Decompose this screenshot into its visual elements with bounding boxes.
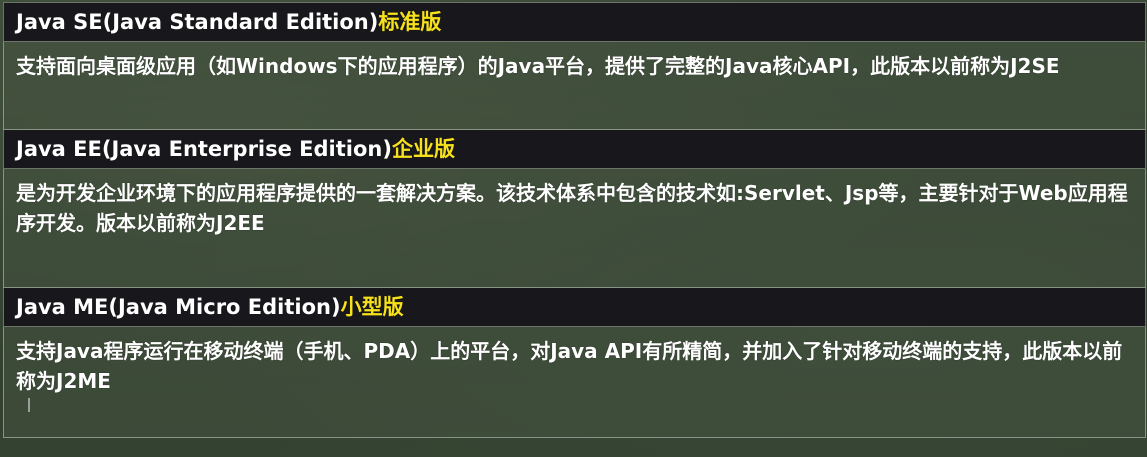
- edition-tag: 企业版: [391, 137, 455, 161]
- edition-title: Java ME(Java Micro Edition): [16, 295, 341, 319]
- edition-body-me: 支持Java程序运行在移动终端（手机、PDA）上的平台，对Java API有所精…: [3, 326, 1146, 438]
- edition-description: 支持Java程序运行在移动终端（手机、PDA）上的平台，对Java API有所精…: [3, 326, 1146, 438]
- edition-header-ee: Java EE(Java Enterprise Edition)企业版: [3, 129, 1146, 169]
- edition-tag: 标准版: [378, 10, 442, 34]
- edition-title-cell: Java SE(Java Standard Edition)标准版: [3, 2, 1146, 42]
- edition-tag: 小型版: [340, 295, 404, 319]
- edition-body-ee: 是为开发企业环境下的应用程序提供的一套解决方案。该技术体系中包含的技术如:Ser…: [3, 168, 1146, 288]
- edition-header-me: Java ME(Java Micro Edition)小型版: [3, 287, 1146, 327]
- text-cursor-icon: [28, 398, 38, 412]
- edition-title-cell: Java EE(Java Enterprise Edition)企业版: [3, 129, 1146, 169]
- edition-body-se: 支持面向桌面级应用（如Windows下的应用程序）的Java平台，提供了完整的J…: [3, 41, 1146, 130]
- java-editions-table: Java SE(Java Standard Edition)标准版 支持面向桌面…: [3, 2, 1146, 438]
- edition-title: Java EE(Java Enterprise Edition): [16, 137, 392, 161]
- edition-title: Java SE(Java Standard Edition): [16, 10, 379, 34]
- edition-description: 是为开发企业环境下的应用程序提供的一套解决方案。该技术体系中包含的技术如:Ser…: [3, 168, 1146, 288]
- slide-board: Java SE(Java Standard Edition)标准版 支持面向桌面…: [0, 0, 1147, 457]
- edition-description: 支持面向桌面级应用（如Windows下的应用程序）的Java平台，提供了完整的J…: [3, 41, 1146, 130]
- edition-header-se: Java SE(Java Standard Edition)标准版: [3, 2, 1146, 42]
- edition-title-cell: Java ME(Java Micro Edition)小型版: [3, 287, 1146, 327]
